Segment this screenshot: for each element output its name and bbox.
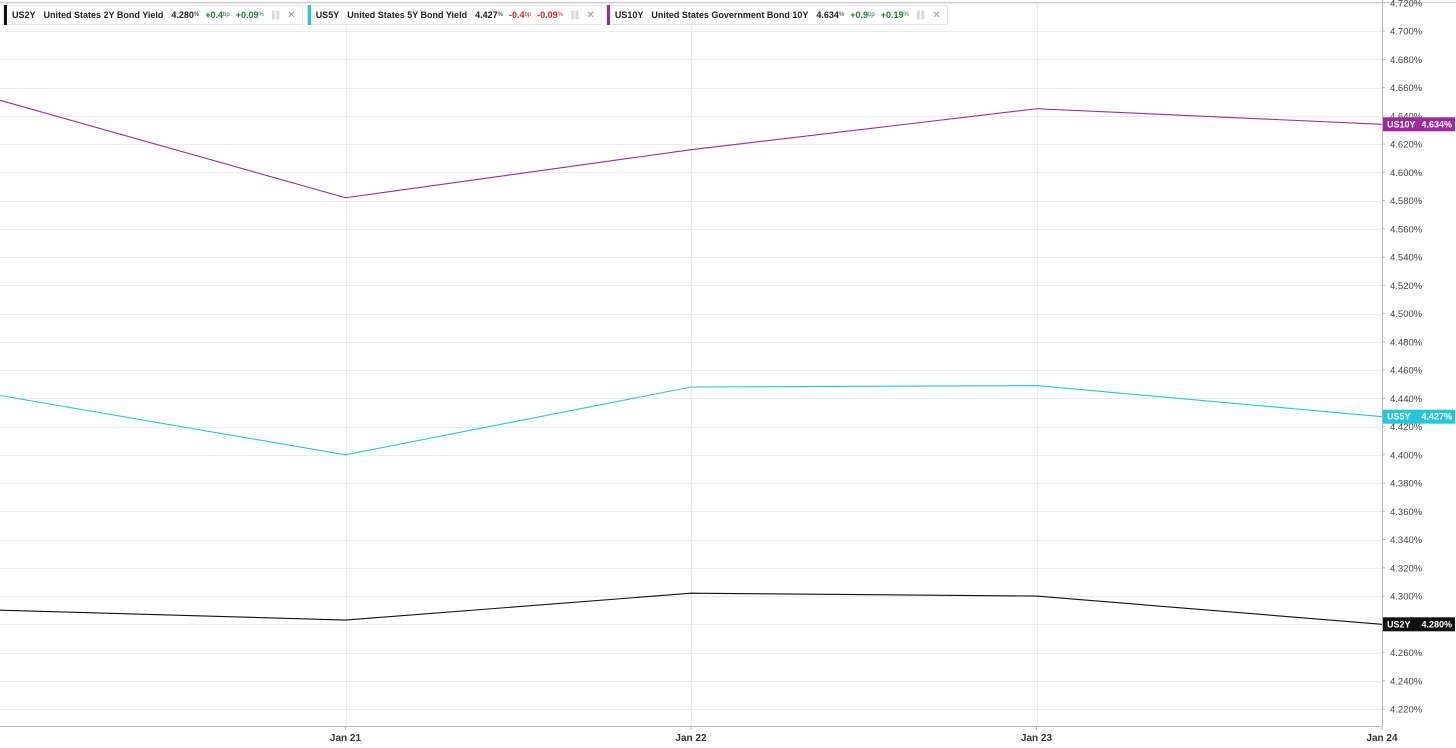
- x-tick-label: Jan 23: [1021, 733, 1053, 744]
- legend-item-us2y[interactable]: US2Y United States 2Y Bond Yield 4.280% …: [3, 5, 303, 25]
- legend-symbol: US2Y: [12, 10, 36, 20]
- legend-value: 4.634: [816, 10, 839, 20]
- y-tick-label: 4.720%: [1390, 0, 1423, 9]
- legend-change: +0.4: [205, 10, 224, 20]
- y-tick-label: 4.620%: [1390, 140, 1423, 151]
- chart-area[interactable]: 4.220% 4.240% 4.260% 4.280% 4.300% 4.320% 4.34…: [0, 0, 1456, 748]
- legend-pct-unit: %: [903, 12, 909, 18]
- bond-yield-chart[interactable]: 4.220% 4.240% 4.260% 4.280% 4.300% 4.320% 4.34…: [0, 0, 1456, 748]
- y-tick-label: 4.600%: [1390, 168, 1423, 179]
- y-tick-label: 4.420%: [1390, 422, 1423, 433]
- y-tick-label: 4.360%: [1390, 507, 1423, 518]
- y-tick-label: 4.480%: [1390, 337, 1423, 348]
- y-tick-label: 4.500%: [1390, 309, 1423, 320]
- price-tag-symbol: US10Y: [1387, 119, 1416, 129]
- y-tick-label: 4.240%: [1390, 676, 1423, 687]
- legend-pct: -0.09: [537, 10, 558, 20]
- legend-symbol: US5Y: [315, 10, 340, 20]
- legend-change-unit: bp: [223, 12, 230, 18]
- legend: US2Y United States 2Y Bond Yield 4.280% …: [3, 5, 948, 25]
- legend-value-unit: %: [193, 12, 200, 18]
- link-icon[interactable]: ⛓: [915, 10, 926, 21]
- x-tick-label: Jan 24: [1366, 733, 1398, 744]
- legend-value: 4.280: [171, 10, 194, 20]
- legend-value-unit: %: [838, 12, 845, 18]
- y-tick-label: 4.380%: [1390, 479, 1423, 490]
- price-tag-us5y: US5Y 4.427%: [1383, 409, 1455, 424]
- grid: [0, 3, 1383, 726]
- legend-swatch-us5y: [307, 5, 311, 25]
- y-tick-label: 4.220%: [1390, 705, 1423, 716]
- price-tag-us10y: US10Y 4.634%: [1383, 117, 1455, 132]
- legend-pct: +0.09: [235, 10, 259, 20]
- legend-pct-unit: %: [557, 12, 564, 18]
- link-icon[interactable]: ⛓: [270, 10, 281, 21]
- y-tick-label: 4.440%: [1390, 394, 1423, 405]
- y-tick-label: 4.460%: [1390, 366, 1423, 377]
- legend-change-unit: bp: [868, 12, 875, 18]
- legend-pct: +0.19: [880, 10, 904, 20]
- y-tick-label: 4.560%: [1390, 224, 1423, 235]
- y-tick-label: 4.660%: [1390, 83, 1423, 94]
- y-tick-label: 4.400%: [1390, 450, 1423, 461]
- legend-item-us5y[interactable]: US5Y United States 5Y Bond Yield 4.427% …: [306, 5, 602, 25]
- legend-value: 4.427: [475, 10, 498, 20]
- legend-item-us10y[interactable]: US10Y United States Government Bond 10Y …: [605, 5, 948, 25]
- legend-value-unit: %: [497, 12, 503, 18]
- legend-name: United States 2Y Bond Yield: [43, 10, 164, 20]
- x-tick-label: Jan 21: [330, 733, 362, 744]
- y-tick-label: 4.300%: [1390, 592, 1423, 603]
- price-tag-value: 4.280%: [1421, 619, 1452, 629]
- legend-change: +0.9: [850, 10, 869, 20]
- legend-symbol: US10Y: [614, 10, 644, 20]
- price-tag-us2y: US2Y 4.280%: [1383, 617, 1455, 632]
- close-icon[interactable]: ✕: [287, 10, 295, 21]
- legend-pct-unit: %: [258, 12, 264, 18]
- y-tick-label: 4.680%: [1390, 55, 1423, 66]
- legend-change: -0.4: [508, 10, 525, 20]
- close-icon[interactable]: ✕: [586, 10, 594, 21]
- y-tick-label: 4.540%: [1390, 253, 1423, 264]
- close-icon[interactable]: ✕: [932, 10, 940, 21]
- price-tag-symbol: US2Y: [1387, 619, 1411, 629]
- legend-swatch-us2y: [4, 5, 7, 25]
- y-tick-label: 4.580%: [1390, 196, 1423, 207]
- link-icon[interactable]: ⛓: [569, 10, 580, 21]
- y-tick-label: 4.700%: [1390, 27, 1423, 38]
- y-tick-label: 4.340%: [1390, 535, 1423, 546]
- legend-name: United States Government Bond 10Y: [651, 10, 809, 20]
- legend-swatch-us10y: [606, 5, 610, 25]
- price-tag-value: 4.634%: [1421, 119, 1452, 129]
- x-tick-label: Jan 22: [675, 733, 707, 744]
- y-tick-label: 4.260%: [1390, 648, 1423, 659]
- price-tag-symbol: US5Y: [1387, 412, 1411, 422]
- legend-name: United States 5Y Bond Yield: [347, 10, 468, 20]
- y-tick-label: 4.520%: [1390, 281, 1423, 292]
- y-tick-label: 4.320%: [1390, 563, 1423, 574]
- price-tag-value: 4.427%: [1421, 412, 1452, 422]
- legend-change-unit: bp: [524, 12, 532, 18]
